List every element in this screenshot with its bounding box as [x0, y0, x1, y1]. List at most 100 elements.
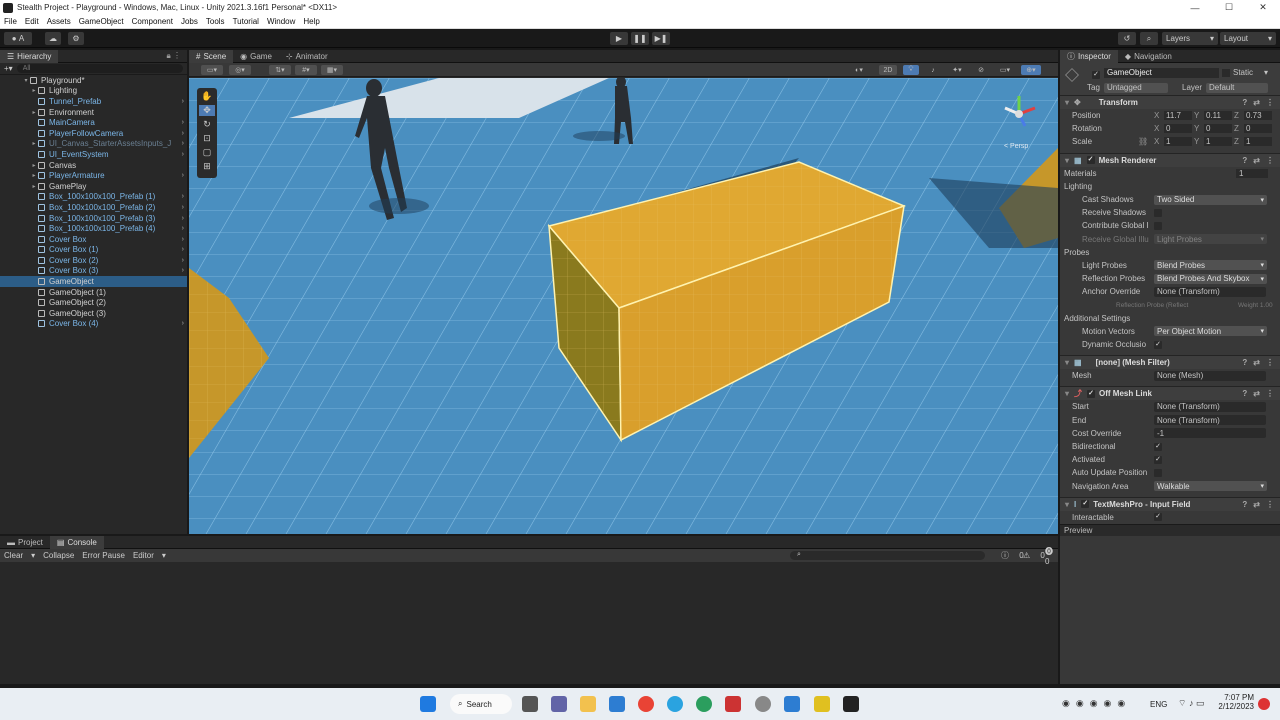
mesh-field[interactable]: None (Mesh) — [1154, 370, 1266, 381]
menu-window[interactable]: Window — [263, 17, 299, 26]
wifi-icon[interactable]: ⌔ ♪ ▭ — [1178, 698, 1204, 709]
chevron-down-icon[interactable]: ▾ — [158, 551, 170, 560]
expand-arrow-icon[interactable]: ▸ — [30, 140, 38, 147]
step-button[interactable]: ▶❚ — [652, 32, 670, 45]
active-checkbox[interactable]: ✓ — [1092, 69, 1100, 79]
play-button[interactable]: ▶ — [610, 32, 628, 45]
cloud-icon[interactable]: ☁ — [45, 32, 61, 45]
help-icon[interactable]: ? — [1242, 156, 1247, 165]
todo-icon[interactable] — [784, 696, 800, 712]
taskbar-search[interactable]: ⌕ Search — [450, 694, 512, 714]
telegram-icon[interactable] — [667, 696, 683, 712]
off-mesh-link-header[interactable]: ▾ ⤴ ✓ Off Mesh Link ? ⇄ ⋮ — [1060, 386, 1280, 401]
prefab-arrow-icon[interactable]: › — [182, 151, 184, 158]
additional-settings-foldout[interactable]: Additional Settings — [1060, 312, 1280, 325]
materials-count[interactable]: 1 — [1236, 168, 1268, 178]
hierarchy-item[interactable]: Cover Box (1) › — [0, 245, 187, 256]
bidirectional-checkbox[interactable]: ✓ — [1154, 442, 1162, 451]
expand-arrow-icon[interactable]: ▸ — [30, 87, 38, 94]
hierarchy-item[interactable]: GameObject — [0, 276, 187, 287]
mesh-renderer-header[interactable]: ▾ ▦ ✓ Mesh Renderer ? ⇄ ⋮ — [1060, 152, 1280, 167]
hierarchy-item[interactable]: PlayerFollowCamera › — [0, 128, 187, 139]
menu-tools[interactable]: Tools — [202, 17, 229, 26]
layout-dropdown[interactable]: Layout ▾ — [1220, 32, 1276, 45]
rect-tool-icon[interactable]: ▢ — [203, 147, 212, 158]
search-icon[interactable]: ⌕ — [1140, 32, 1158, 45]
hierarchy-item[interactable]: Tunnel_Prefab › — [0, 96, 187, 107]
preset-icon[interactable]: ⇄ — [1253, 389, 1260, 398]
position-z[interactable]: 0.73 — [1244, 111, 1272, 121]
hierarchy-item[interactable]: Box_100x100x100_Prefab (1) › — [0, 192, 187, 203]
store-icon[interactable] — [609, 696, 625, 712]
layers-dropdown[interactable]: Layers ▾ — [1162, 32, 1218, 45]
transform-tool-icon[interactable]: ⊞ — [203, 161, 211, 172]
mode-2d-button[interactable]: 2D — [879, 65, 897, 75]
tab-hierarchy[interactable]: ☰ Hierarchy — [0, 49, 59, 63]
preset-icon[interactable]: ⇄ — [1253, 358, 1260, 367]
more-icon[interactable]: ⋮ — [1266, 389, 1274, 398]
error-pause-button[interactable]: Error Pause — [78, 551, 129, 560]
motion-vectors-dropdown[interactable]: Per Object Motion — [1154, 326, 1267, 337]
add-icon[interactable]: +▾ — [4, 64, 13, 73]
more-icon[interactable]: ⋮ — [1266, 358, 1274, 367]
hierarchy-item[interactable]: GameObject (1) — [0, 287, 187, 298]
light-probes-dropdown[interactable]: Blend Probes — [1154, 260, 1267, 271]
static-dropdown-icon[interactable]: ▾ — [1264, 68, 1268, 77]
prefab-arrow-icon[interactable]: › — [182, 119, 184, 126]
tab-animator[interactable]: ⊹ Animator — [279, 50, 335, 63]
app-icon[interactable] — [755, 696, 771, 712]
grid-snap-button[interactable]: #▾ — [295, 65, 317, 75]
history-icon[interactable]: ↺ — [1118, 32, 1136, 45]
scale-x[interactable]: 1 — [1164, 137, 1192, 147]
rotate-tool-icon[interactable]: ↻ — [203, 119, 211, 130]
tag-dropdown[interactable]: Untagged — [1104, 83, 1168, 93]
gizmos-icon[interactable]: ⊕▾ — [1021, 65, 1041, 75]
link-icon[interactable]: ⛓ — [1138, 137, 1148, 146]
unity-icon[interactable] — [843, 696, 859, 712]
lighting-foldout[interactable]: Lighting — [1060, 180, 1280, 193]
help-icon[interactable]: ? — [1242, 389, 1247, 398]
more-icon[interactable]: ⋮ — [1266, 98, 1274, 107]
start-icon[interactable] — [420, 696, 436, 712]
clock[interactable]: 7:07 PM 2/12/2023 — [1214, 693, 1254, 711]
shading-icon[interactable]: ◐▾ — [849, 65, 869, 75]
error-count[interactable]: ⓿ 0 — [1037, 546, 1061, 566]
interactable-checkbox[interactable]: ✓ — [1154, 513, 1162, 522]
prefab-arrow-icon[interactable]: › — [182, 98, 184, 105]
receive-gi-dropdown[interactable]: Light Probes — [1154, 234, 1267, 245]
hierarchy-item[interactable]: ▾ Playground* — [0, 75, 187, 86]
more-icon[interactable]: ⋮ — [1266, 156, 1274, 165]
maximize-button[interactable]: ☐ — [1212, 2, 1246, 13]
tab-game[interactable]: ◉ Game — [233, 50, 279, 63]
effects-icon[interactable]: ✦▾ — [947, 65, 967, 75]
move-tool-icon[interactable]: ✥ — [199, 105, 215, 116]
prefab-arrow-icon[interactable]: › — [182, 236, 184, 243]
light-icon[interactable]: 💡︎ — [903, 65, 919, 75]
tab-project[interactable]: ▬ Project — [0, 536, 50, 549]
activated-checkbox[interactable]: ✓ — [1154, 455, 1162, 464]
tray-icons[interactable]: ◉◉◉◉◉ — [1062, 698, 1131, 709]
preview-bar[interactable]: Preview — [1060, 523, 1280, 536]
pivot-dropdown[interactable]: ⇅▾ — [269, 65, 291, 75]
prefab-arrow-icon[interactable]: › — [182, 130, 184, 137]
clear-button[interactable]: Clear — [0, 551, 27, 560]
menu-edit[interactable]: Edit — [21, 17, 43, 26]
start-field[interactable]: None (Transform) — [1154, 401, 1266, 412]
chrome-icon[interactable] — [638, 696, 654, 712]
rotation-z[interactable]: 0 — [1244, 124, 1272, 134]
hierarchy-item[interactable]: Cover Box (4) › — [0, 319, 187, 330]
hierarchy-item[interactable]: Box_100x100x100_Prefab (3) › — [0, 213, 187, 224]
hierarchy-item[interactable]: ▸ PlayerArmature › — [0, 170, 187, 181]
input-field-checkbox[interactable]: ✓ — [1081, 500, 1090, 509]
close-button[interactable]: ✕ — [1246, 2, 1280, 13]
app-icon[interactable] — [725, 696, 741, 712]
receive-shadows-checkbox[interactable] — [1154, 208, 1162, 217]
expand-arrow-icon[interactable]: ▸ — [30, 109, 38, 116]
collapse-button[interactable]: Collapse — [39, 551, 78, 560]
mesh-filter-header[interactable]: ▾ ▦ [none] (Mesh Filter) ? ⇄ ⋮ — [1060, 355, 1280, 370]
scale-y[interactable]: 1 — [1204, 137, 1232, 147]
hierarchy-item[interactable]: Box_100x100x100_Prefab (2) › — [0, 202, 187, 213]
menu-file[interactable]: File — [0, 17, 21, 26]
preset-icon[interactable]: ⇄ — [1253, 500, 1260, 509]
layer-dropdown[interactable]: Default — [1206, 83, 1268, 93]
